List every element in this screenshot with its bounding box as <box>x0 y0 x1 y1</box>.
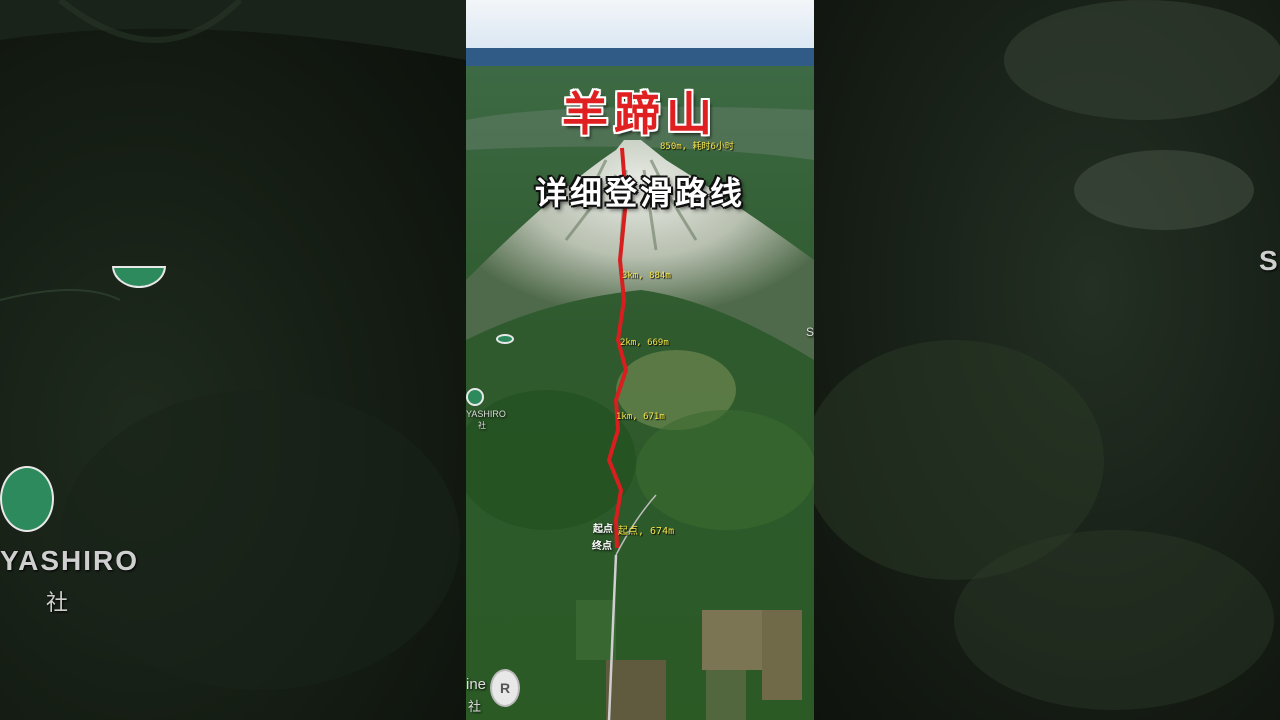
bottom-partial-label: ine <box>466 676 487 693</box>
place-label-center: YASHIRO <box>466 409 506 419</box>
place-kanji-center: 社 <box>478 421 486 430</box>
rest-area-letter: R <box>499 680 511 696</box>
start-label: 起点 <box>593 524 613 535</box>
right-terrain <box>814 0 1280 710</box>
page-title: 羊蹄山 <box>562 87 718 141</box>
satellite-map-view[interactable]: 850m, 耗时6小时 3km, 884m 2km, 669m 1km, 671… <box>466 0 814 720</box>
map-pin-icon <box>496 334 514 344</box>
right-partial-letter: S <box>806 325 814 339</box>
shrine-pin-icon <box>0 466 54 532</box>
place-label-left: YASHIRO <box>0 545 140 576</box>
shrine-pin-icon <box>466 388 484 406</box>
start-elevation-label: 起点, 674m <box>618 526 675 537</box>
right-edge-letter: S <box>1259 245 1278 276</box>
page-subtitle: 详细登滑路线 <box>534 174 745 212</box>
route-marker-3km: 3km, 884m <box>622 271 671 281</box>
bottom-partial-kanji: 社 <box>468 699 482 714</box>
left-terrain <box>0 0 466 690</box>
end-label: 终点 <box>592 541 612 552</box>
rest-area-pin-icon: R <box>490 669 520 707</box>
place-kanji-left: 社 <box>46 590 69 615</box>
route-marker-1km: 1km, 671m <box>616 412 665 422</box>
left-blurred-background: YASHIRO 社 <box>0 0 466 720</box>
right-blurred-background: S <box>814 0 1280 720</box>
route-marker-2km: 2km, 669m <box>620 338 669 348</box>
